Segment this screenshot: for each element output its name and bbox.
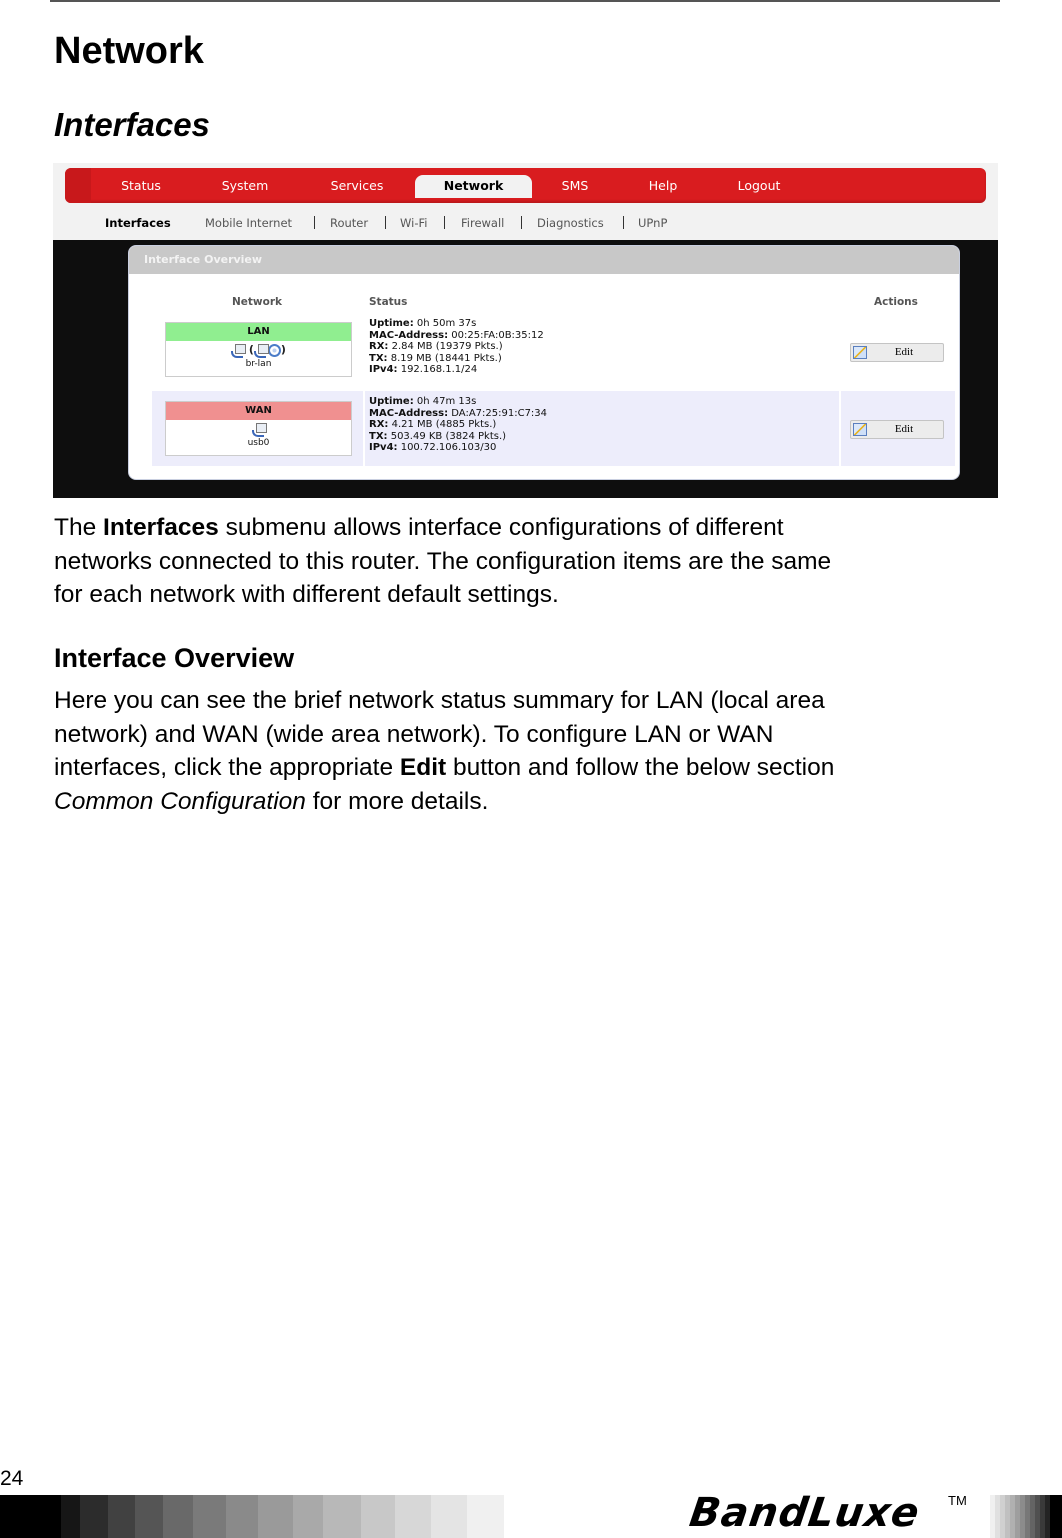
ethernet-port-icon	[251, 422, 267, 437]
wan-edit-button[interactable]: Edit	[850, 420, 944, 439]
column-actions: Actions	[874, 296, 918, 308]
interface-overview-panel: Interface Overview Network Status Action…	[128, 245, 960, 480]
menu-sms[interactable]: SMS	[545, 175, 605, 197]
wan-status: Uptime: 0h 47m 13s MAC-Address: DA:A7:25…	[369, 396, 548, 453]
lan-status: Uptime: 0h 50m 37s MAC-Address: 00:25:FA…	[369, 318, 544, 375]
wan-uptime: 0h 47m 13s	[413, 396, 477, 407]
lan-network-box: LAN () br-lan	[165, 322, 352, 377]
column-network: Network	[232, 296, 283, 308]
menu-status[interactable]: Status	[101, 175, 181, 197]
interfaces-description: The Interfaces submenu allows interface …	[54, 514, 832, 608]
submenu-mobile-internet[interactable]: Mobile Internet	[205, 215, 292, 231]
menu-logout[interactable]: Logout	[723, 175, 795, 197]
page-heading: Network	[54, 30, 204, 72]
submenu-diagnostics[interactable]: Diagnostics	[537, 215, 604, 231]
wan-rx: 4.21 MB (4885 Pkts.)	[388, 419, 497, 430]
menu-network[interactable]: Network	[415, 175, 532, 198]
lan-name: LAN	[166, 323, 351, 341]
wifi-icon	[267, 343, 281, 357]
wan-mac: DA:A7:25:91:C7:34	[448, 407, 548, 419]
submenu-firewall[interactable]: Firewall	[461, 215, 504, 231]
ethernet-port-icon	[231, 343, 247, 358]
menu-help[interactable]: Help	[633, 175, 693, 197]
trademark: TM	[948, 1493, 967, 1508]
column-status: Status	[369, 296, 408, 308]
wan-name: WAN	[166, 402, 351, 420]
wan-network-box: WAN usb0	[165, 401, 352, 456]
page-number: 24	[0, 1467, 24, 1490]
menu-services[interactable]: Services	[315, 175, 399, 197]
overview-description: Here you can see the brief network statu…	[54, 687, 835, 815]
menu-system[interactable]: System	[205, 175, 285, 197]
wan-device: usb0	[247, 438, 270, 448]
nav-area: Status System Services Network SMS Help …	[53, 163, 998, 240]
lan-ipv4: 192.168.1.1/24	[397, 364, 478, 375]
lan-device: br-lan	[245, 359, 272, 369]
lan-mac: 00:25:FA:0B:35:12	[448, 329, 544, 341]
submenu-wifi[interactable]: Wi-Fi	[400, 215, 427, 231]
page-subheading: Interfaces	[54, 106, 210, 143]
ethernet-port-icon	[253, 343, 269, 358]
lan-uptime: 0h 50m 37s	[413, 318, 477, 329]
lan-tx: 8.19 MB (18441 Pkts.)	[387, 352, 502, 364]
section-heading: Interface Overview	[54, 643, 295, 673]
submenu-interfaces[interactable]: Interfaces	[105, 215, 171, 231]
bandluxe-logo: BandLuxe	[686, 1490, 923, 1536]
router-ui-screenshot: Status System Services Network SMS Help …	[53, 163, 998, 498]
lan-rx: 2.84 MB (19379 Pkts.)	[388, 341, 503, 352]
submenu-upnp[interactable]: UPnP	[638, 215, 667, 231]
panel-title: Interface Overview	[144, 253, 263, 266]
grayscale-bar	[0, 1495, 504, 1538]
top-rule	[50, 0, 1000, 2]
wan-tx: 503.49 KB (3824 Pkts.)	[387, 430, 507, 442]
grayscale-bar-right	[990, 1495, 1062, 1538]
lan-edit-button[interactable]: Edit	[850, 343, 944, 362]
submenu-router[interactable]: Router	[330, 215, 368, 231]
wan-ipv4: 100.72.106.103/30	[397, 442, 497, 453]
